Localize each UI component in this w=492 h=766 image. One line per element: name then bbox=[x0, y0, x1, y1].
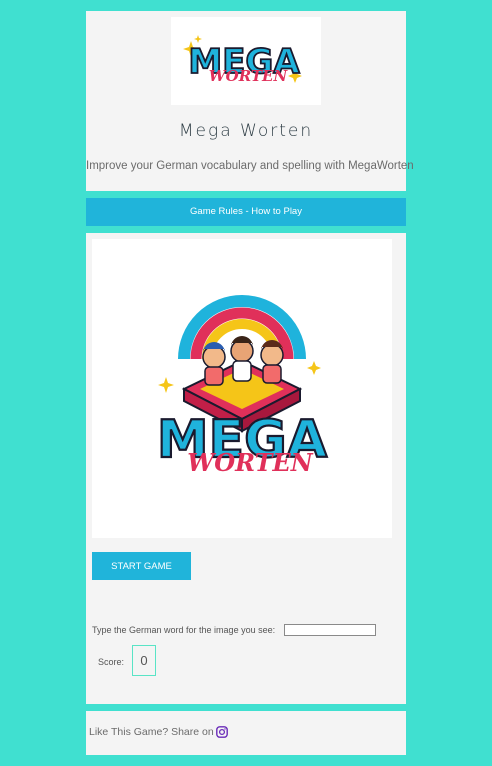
game-image: MEGA WORTEN bbox=[92, 239, 392, 538]
mega-worten-logo: MEGA WORTEN bbox=[171, 17, 321, 105]
score-value: 0 bbox=[132, 645, 156, 676]
game-rules-button[interactable]: Game Rules - How to Play bbox=[86, 198, 406, 226]
instagram-icon[interactable] bbox=[216, 726, 228, 738]
svg-text:WORTEN: WORTEN bbox=[209, 67, 289, 85]
game-panel: MEGA WORTEN START GAME Type the German w… bbox=[86, 233, 406, 704]
word-prompt-label: Type the German word for the image you s… bbox=[92, 625, 276, 635]
share-label: Like This Game? Share on bbox=[89, 726, 214, 738]
score-label: Score: bbox=[98, 657, 125, 667]
page-subtitle: Improve your German vocabulary and spell… bbox=[86, 160, 414, 172]
page-title: Mega Worten bbox=[178, 121, 314, 141]
svg-text:WORTEN: WORTEN bbox=[187, 448, 314, 477]
start-game-button[interactable]: START GAME bbox=[92, 552, 191, 580]
share-panel: Like This Game? Share on bbox=[86, 711, 406, 755]
header-panel: MEGA WORTEN Mega Worten Improve your Ger… bbox=[86, 11, 414, 191]
answer-input[interactable] bbox=[284, 624, 376, 636]
